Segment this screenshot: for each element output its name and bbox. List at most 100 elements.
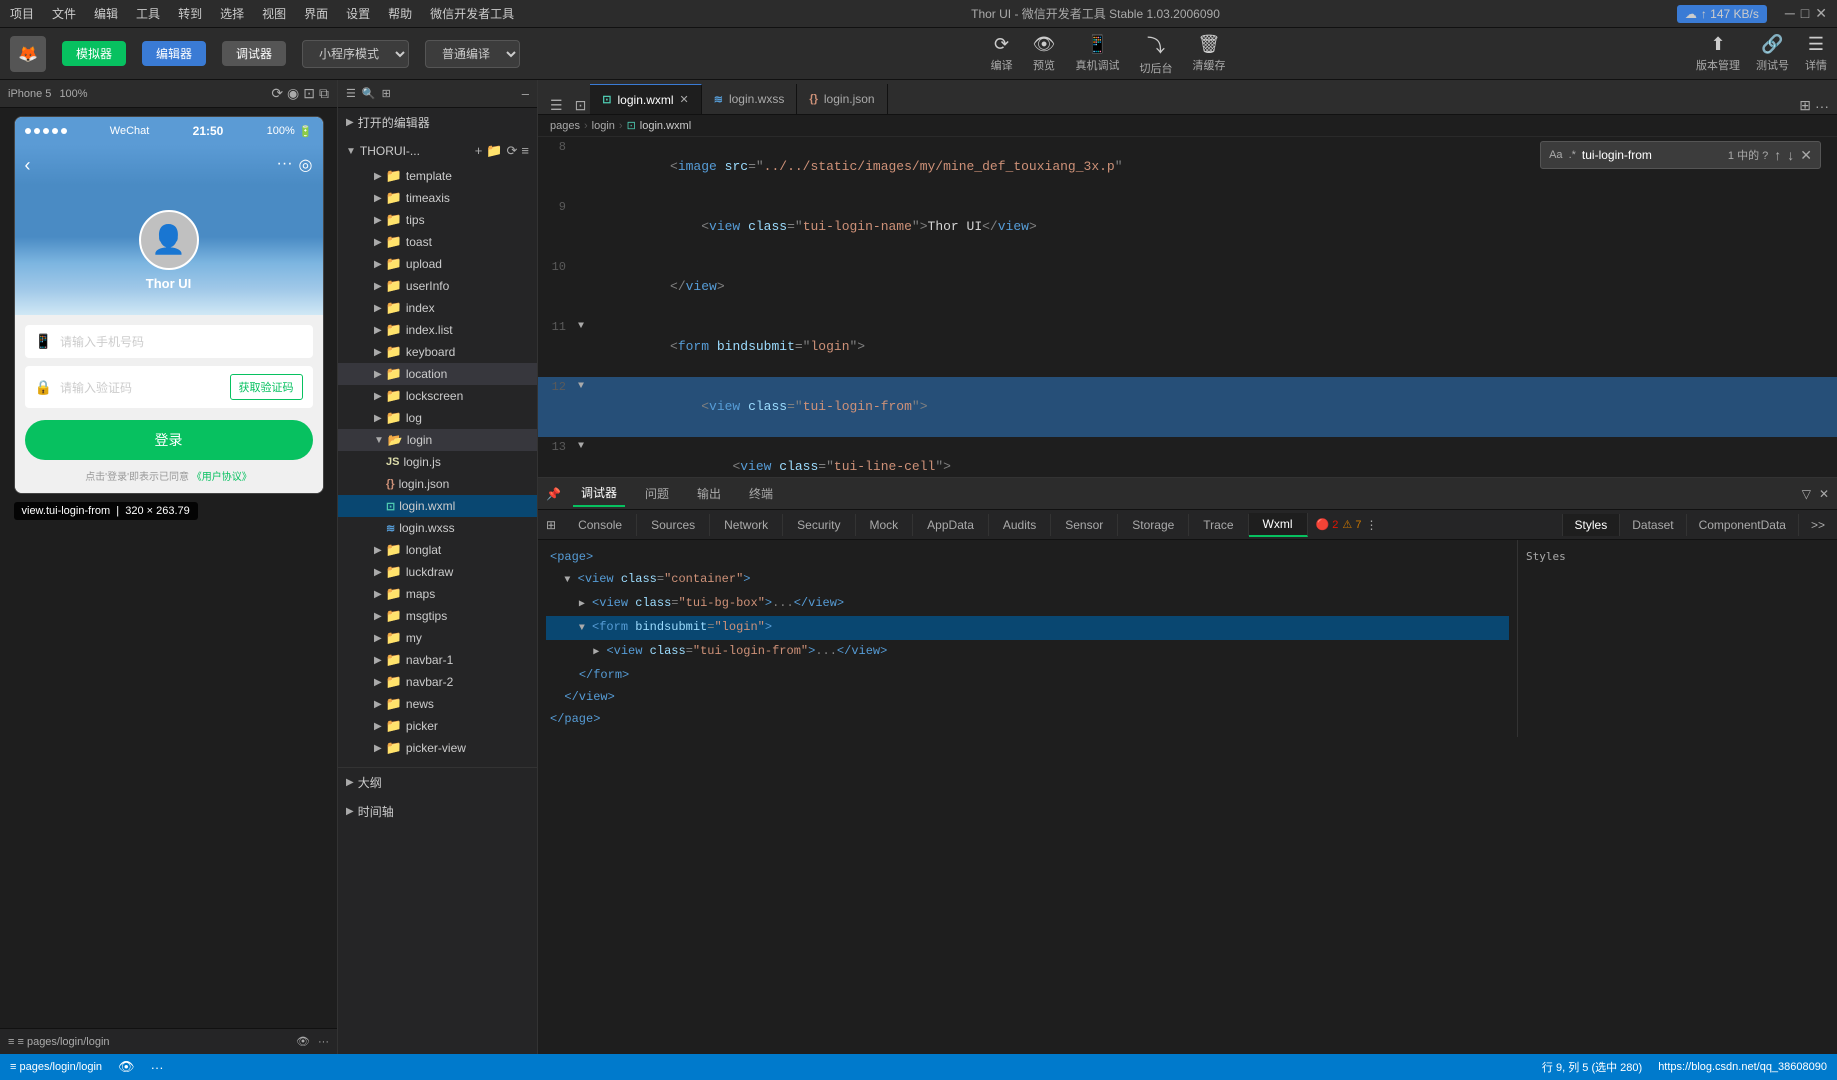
- editor-button[interactable]: 编辑器: [142, 41, 206, 66]
- folder-longlat[interactable]: ▶ 📁 longlat: [338, 539, 537, 561]
- subtab-trace[interactable]: Trace: [1189, 514, 1248, 536]
- realtest-group[interactable]: 📱 真机调试: [1075, 34, 1119, 73]
- devtools-pin-icon[interactable]: 📌: [546, 487, 561, 501]
- phone-nav-dots[interactable]: ···: [277, 155, 293, 175]
- folder-tips[interactable]: ▶ 📁 tips: [338, 209, 537, 231]
- right-tab-dataset[interactable]: Dataset: [1619, 514, 1685, 536]
- folder-indexlist[interactable]: ▶ 📁 index.list: [338, 319, 537, 341]
- folder-luckdraw[interactable]: ▶ 📁 luckdraw: [338, 561, 537, 583]
- phone-volume-icon[interactable]: ◉: [287, 85, 299, 102]
- tabs-split-icon[interactable]: ⊡: [571, 97, 591, 114]
- refresh-icon[interactable]: ⟳: [507, 143, 518, 159]
- search-next-icon[interactable]: ↓: [1787, 147, 1794, 163]
- folder-location[interactable]: ▶ 📁 location: [338, 363, 537, 385]
- menu-view[interactable]: 视图: [262, 5, 286, 22]
- folder-timeaxis[interactable]: ▶ 📁 timeaxis: [338, 187, 537, 209]
- folder-toast[interactable]: ▶ 📁 toast: [338, 231, 537, 253]
- code-placeholder[interactable]: 请输入验证码: [60, 379, 222, 396]
- devtools-expand-icon[interactable]: ▽: [1802, 487, 1811, 501]
- fold-11[interactable]: ▼: [578, 317, 592, 337]
- explorer-search-icon[interactable]: 🔍: [362, 87, 376, 100]
- dt-form-close[interactable]: </form>: [546, 664, 1509, 686]
- subtab-wxml[interactable]: Wxml: [1249, 513, 1308, 537]
- folder-login[interactable]: ▼ 📂 login: [338, 429, 537, 451]
- debugger-button[interactable]: 调试器: [222, 41, 286, 66]
- split-editor-icon[interactable]: ⊞: [1799, 97, 1811, 114]
- menu-file[interactable]: 文件: [52, 5, 76, 22]
- more-tabs-icon[interactable]: ···: [1815, 98, 1829, 114]
- tab-loginjson[interactable]: {} login.json: [797, 84, 887, 114]
- dt-form[interactable]: ▼ <form bindsubmit="login">: [546, 616, 1509, 640]
- folder-news[interactable]: ▶ 📁 news: [338, 693, 537, 715]
- dt-bg-box[interactable]: ▶ <view class="tui-bg-box">...</view>: [546, 592, 1509, 616]
- preview-group[interactable]: 👁 预览: [1033, 34, 1056, 73]
- devtools-tab-terminal[interactable]: 终端: [741, 481, 781, 506]
- fold-12[interactable]: ▼: [578, 377, 592, 397]
- folder-template[interactable]: ▶ 📁 template: [338, 165, 537, 187]
- breadcrumb-login[interactable]: login: [592, 120, 615, 132]
- menu-interface[interactable]: 界面: [304, 5, 328, 22]
- folder-index[interactable]: ▶ 📁 index: [338, 297, 537, 319]
- dt-login-from[interactable]: ▶ <view class="tui-login-from">...</view…: [546, 640, 1509, 664]
- menu-tool[interactable]: 工具: [136, 5, 160, 22]
- subtab-storage[interactable]: Storage: [1118, 514, 1189, 536]
- statusbar-breadcrumb[interactable]: ≡ pages/login/login: [10, 1061, 102, 1073]
- fold-13[interactable]: ▼: [578, 437, 592, 457]
- subtab-appdata[interactable]: AppData: [913, 514, 989, 536]
- dt-view-close[interactable]: </view>: [546, 686, 1509, 708]
- search-input[interactable]: [1582, 148, 1722, 162]
- dt-container-chevron[interactable]: ▼: [564, 575, 570, 586]
- subtab-sources[interactable]: Sources: [637, 514, 710, 536]
- open-editors-header[interactable]: ▶ 打开的编辑器: [338, 112, 537, 133]
- devtools-tab-issues[interactable]: 问题: [637, 481, 677, 506]
- explorer-collapse-icon[interactable]: –: [522, 86, 529, 101]
- folder-my[interactable]: ▶ 📁 my: [338, 627, 537, 649]
- dt-form-chevron[interactable]: ▼: [579, 623, 585, 634]
- folder-upload[interactable]: ▶ 📁 upload: [338, 253, 537, 275]
- dt-container[interactable]: ▼ <view class="container">: [546, 568, 1509, 592]
- phone-back-button[interactable]: ‹: [25, 155, 31, 176]
- tab-wxml-close[interactable]: ✕: [680, 93, 689, 106]
- folder-picker[interactable]: ▶ 📁 picker: [338, 715, 537, 737]
- details-group[interactable]: ☰ 详情: [1805, 34, 1827, 73]
- tab-loginwxml[interactable]: ⊡ login.wxml ✕: [590, 84, 701, 114]
- agreement-link[interactable]: 《用户协议》: [192, 472, 252, 483]
- phone-copy-icon[interactable]: ⧉: [319, 85, 329, 102]
- dt-bgbox-chevron[interactable]: ▶: [579, 599, 585, 610]
- versionmgr-group[interactable]: ⬆ 版本管理: [1696, 34, 1740, 73]
- menu-goto[interactable]: 转到: [178, 5, 202, 22]
- phone-nav-circle[interactable]: ◎: [299, 155, 313, 175]
- phone-more-btn[interactable]: ···: [318, 1036, 329, 1048]
- file-loginwxml[interactable]: ⊡ login.wxml: [338, 495, 537, 517]
- search-aa-btn[interactable]: Aa: [1549, 149, 1562, 161]
- breadcrumb-pages[interactable]: pages: [550, 120, 580, 132]
- explorer-split-icon[interactable]: ⊞: [382, 87, 391, 100]
- maximize-button[interactable]: □: [1801, 5, 1809, 22]
- compile-group[interactable]: ⟳ 编译: [991, 34, 1013, 73]
- folder-navbar1[interactable]: ▶ 📁 navbar-1: [338, 649, 537, 671]
- dt-loginfrom-chevron[interactable]: ▶: [593, 647, 599, 658]
- devtools-dots[interactable]: ⋮: [1365, 518, 1377, 532]
- folder-pickerview[interactable]: ▶ 📁 picker-view: [338, 737, 537, 759]
- subtab-mock[interactable]: Mock: [856, 514, 914, 536]
- search-prev-icon[interactable]: ↑: [1774, 147, 1781, 163]
- menu-wechat-tools[interactable]: 微信开发者工具: [430, 5, 514, 22]
- testbench-group[interactable]: 🔗 测试号: [1756, 34, 1789, 73]
- menu-settings[interactable]: 设置: [346, 5, 370, 22]
- folder-log[interactable]: ▶ 📁 log: [338, 407, 537, 429]
- close-button[interactable]: ✕: [1815, 5, 1827, 22]
- devtools-close-icon[interactable]: ✕: [1819, 487, 1829, 501]
- phone-more-icon[interactable]: ⊡: [303, 85, 315, 102]
- code-editor[interactable]: 8 <image src="../../static/images/my/min…: [538, 137, 1837, 477]
- new-file-icon[interactable]: +: [475, 143, 483, 159]
- mobile-placeholder[interactable]: 请输入手机号码: [60, 333, 303, 350]
- backend-group[interactable]: ⤵ 切后台: [1139, 32, 1172, 76]
- menu-select[interactable]: 选择: [220, 5, 244, 22]
- subtab-security[interactable]: Security: [783, 514, 855, 536]
- file-loginwxss[interactable]: ≋ login.wxss: [338, 517, 537, 539]
- new-folder-icon[interactable]: 📁: [486, 143, 502, 159]
- file-loginjs[interactable]: JS login.js: [338, 451, 537, 473]
- folder-userinfo[interactable]: ▶ 📁 userInfo: [338, 275, 537, 297]
- phone-inspect-icon[interactable]: 👁: [296, 1035, 310, 1048]
- dt-page[interactable]: <page>: [546, 546, 1509, 568]
